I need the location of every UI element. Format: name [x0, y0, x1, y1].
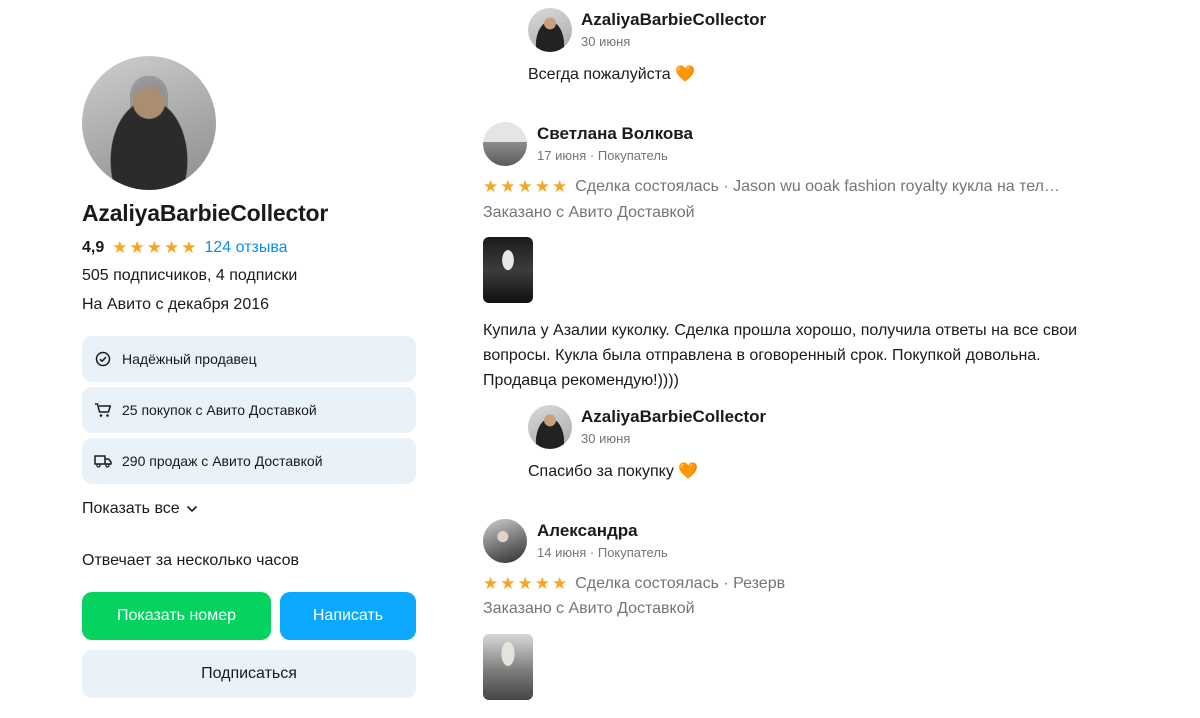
reviewer-avatar[interactable]: [483, 519, 527, 563]
star-icon: ★: [517, 177, 533, 196]
reviews-count-link[interactable]: 124 отзыва: [205, 239, 288, 257]
star-icon: ★: [500, 177, 516, 196]
seller-rating-row: 4,9 ★ ★ ★ ★ ★ 124 отзыва: [82, 238, 288, 258]
member-since: На Авито с декабря 2016: [82, 296, 270, 313]
review-deal-row: ★ ★ ★ ★ ★ Сделка состоялась · Резерв: [483, 573, 785, 595]
reply-date: 30 июня: [581, 431, 631, 446]
response-time: Отвечает за несколько часов: [82, 552, 299, 569]
star-icon: ★: [483, 574, 499, 593]
rating-value: 4,9: [82, 239, 105, 256]
reply-date: 30 июня: [581, 34, 631, 49]
star-icon: ★: [181, 238, 197, 257]
reply-author-name[interactable]: AzaliyaBarbieCollector: [581, 407, 766, 427]
badge-label: 25 покупок с Авито Доставкой: [122, 402, 317, 418]
chevron-down-icon: [186, 505, 198, 513]
reply-author-avatar[interactable]: [528, 405, 572, 449]
review-photo-thumbnail[interactable]: [483, 634, 533, 700]
review-meta: 17 июня · Покупатель: [537, 148, 668, 163]
review-deal-text[interactable]: Сделка состоялась · Jason wu ooak fashio…: [575, 178, 1060, 196]
star-icon: ★: [500, 574, 516, 593]
write-message-button[interactable]: Написать: [280, 592, 416, 640]
rating-stars: ★ ★ ★ ★ ★: [112, 238, 196, 258]
reply-text: Спасибо за покупку 🧡: [528, 463, 699, 480]
star-icon: ★: [112, 238, 128, 257]
badge-label: 290 продаж с Авито Доставкой: [122, 453, 323, 469]
star-icon: ★: [483, 177, 499, 196]
seller-avatar[interactable]: [82, 56, 216, 190]
show-all-toggle[interactable]: Показать все: [82, 500, 198, 518]
subscribers-info[interactable]: 505 подписчиков, 4 подписки: [82, 267, 297, 285]
star-icon: ★: [164, 238, 180, 257]
star-icon: ★: [129, 238, 145, 257]
show-all-label: Показать все: [82, 500, 180, 517]
review-deal-text[interactable]: Сделка состоялась · Резерв: [575, 575, 785, 593]
badge-purchases[interactable]: 25 покупок с Авито Доставкой: [82, 387, 416, 433]
reply-author-name[interactable]: AzaliyaBarbieCollector: [581, 10, 766, 30]
badge-sales[interactable]: 290 продаж с Авито Доставкой: [82, 438, 416, 484]
star-icon: ★: [146, 238, 162, 257]
reply-author-avatar[interactable]: [528, 8, 572, 52]
truck-icon: [94, 452, 112, 470]
review-stars: ★ ★ ★ ★ ★: [483, 574, 567, 594]
review-meta: 14 июня · Покупатель: [537, 545, 668, 560]
star-icon: ★: [517, 574, 533, 593]
show-phone-button[interactable]: Показать номер: [82, 592, 271, 640]
reviewer-name[interactable]: Александра: [537, 521, 638, 541]
star-icon: ★: [534, 574, 550, 593]
review-ordered: Заказано с Авито Доставкой: [483, 204, 695, 221]
badge-reliable-seller[interactable]: Надёжный продавец: [82, 336, 416, 382]
reply-text: Всегда пожалуйста 🧡: [528, 66, 696, 83]
cart-icon: [94, 401, 112, 419]
review-deal-row: ★ ★ ★ ★ ★ Сделка состоялась · Jason wu ooak …: [483, 176, 1060, 198]
star-icon: ★: [534, 177, 550, 196]
review-stars: ★ ★ ★ ★ ★: [483, 177, 567, 197]
check-circle-icon: [94, 350, 112, 368]
badge-label: Надёжный продавец: [122, 351, 257, 367]
reviewer-name[interactable]: Светлана Волкова: [537, 124, 693, 144]
review-text: Купила у Азалии куколку. Сделка прошла х…: [483, 322, 1078, 389]
star-icon: ★: [552, 177, 568, 196]
review-photo-thumbnail[interactable]: [483, 237, 533, 303]
star-icon: ★: [552, 574, 568, 593]
seller-name: AzaliyaBarbieCollector: [82, 200, 329, 226]
reviewer-avatar[interactable]: [483, 122, 527, 166]
review-ordered: Заказано с Авито Доставкой: [483, 600, 695, 617]
subscribe-button[interactable]: Подписаться: [82, 650, 416, 698]
